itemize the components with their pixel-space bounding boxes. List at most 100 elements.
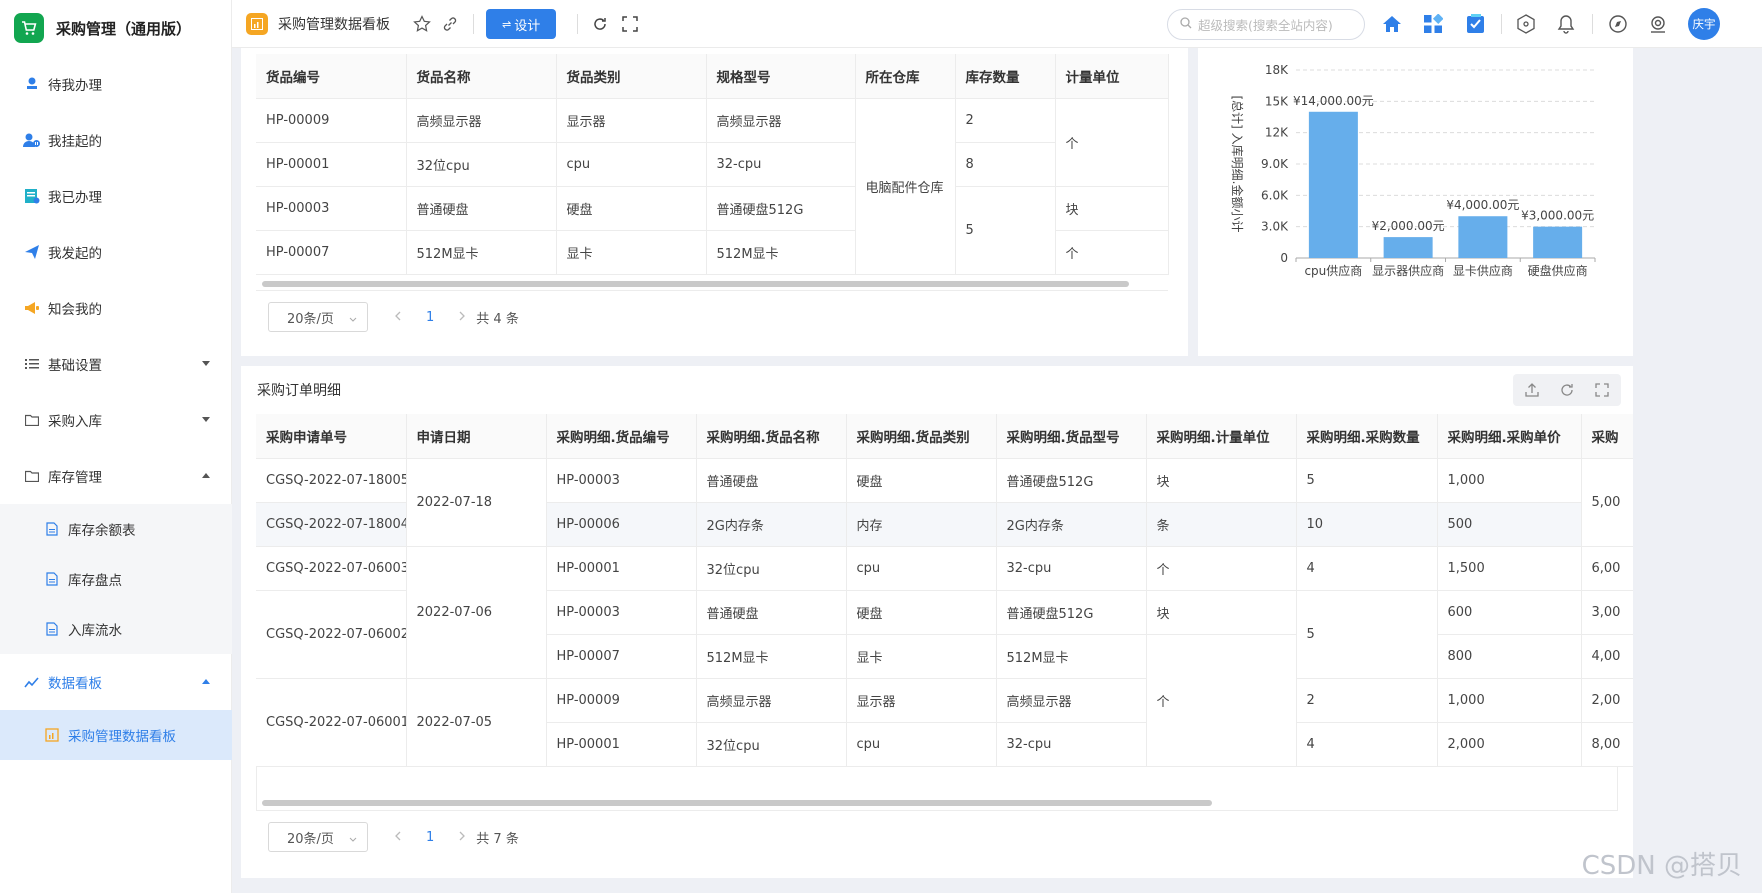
table-cell: 8,00 [1581, 722, 1633, 767]
prev-page-icon[interactable] [394, 830, 402, 845]
link-icon[interactable] [439, 13, 461, 35]
refresh-icon[interactable] [1552, 376, 1582, 404]
table-row[interactable]: CGSQ-2022-07-18005 2022-07-18 HP-00003 普… [256, 458, 1633, 547]
page-size-value: 20条/页 [287, 311, 334, 327]
horizontal-scrollbar[interactable] [262, 800, 1212, 806]
column-header[interactable]: 货品类别 [556, 54, 707, 99]
y-tick-label: 9.0K [1261, 157, 1289, 171]
avatar[interactable]: 庆宇 [1688, 8, 1720, 40]
column-header[interactable]: 采购明细.货品类别 [846, 414, 997, 459]
design-button[interactable]: ⇌ 设计 [486, 9, 557, 39]
table-cell: 5,00 [1581, 458, 1633, 547]
sidebar-subitem-inbound-flow[interactable]: 入库流水 [0, 604, 232, 654]
table-cell: 32位cpu [696, 546, 847, 591]
y-tick-label: 3.0K [1261, 220, 1289, 234]
table-cell: HP-00007 [546, 634, 697, 679]
y-tick-label: 15K [1265, 94, 1289, 108]
user-name: 庆宇 [1692, 17, 1716, 31]
panel-toolbar [1513, 374, 1621, 406]
table-cell: 3,00 [1581, 590, 1633, 635]
hexagon-icon[interactable] [1514, 13, 1538, 35]
sidebar-item-suspended[interactable]: 我挂起的 [0, 112, 232, 168]
sidebar-item-label: 库存管理 [48, 470, 102, 486]
fullscreen-icon[interactable] [1587, 376, 1617, 404]
table-row[interactable]: HP-00009 高频显示器 显示器 高频显示器 电脑配件仓库 2 个 [256, 98, 1169, 275]
sidebar-item-inventory[interactable]: 库存管理 [0, 448, 232, 504]
support-icon[interactable] [1646, 13, 1670, 35]
sidebar-subitem-stock-balance[interactable]: 库存余额表 [0, 504, 232, 554]
sidebar-item-basic-settings[interactable]: 基础设置 [0, 336, 232, 392]
table-cell: 1,500 [1437, 546, 1582, 591]
table-cell: 600 [1437, 590, 1582, 635]
column-header[interactable]: 申请日期 [406, 414, 547, 459]
task-check-icon[interactable] [1464, 13, 1488, 35]
sidebar-item-label: 库存盘点 [68, 573, 122, 589]
star-icon[interactable] [411, 13, 433, 35]
bell-icon[interactable] [1554, 13, 1578, 35]
column-header[interactable]: 所在仓库 [855, 54, 956, 99]
column-header[interactable]: 货品编号 [256, 54, 407, 99]
prev-page-icon[interactable] [394, 310, 402, 325]
export-icon[interactable] [1517, 376, 1547, 404]
page-size-select[interactable]: 20条/页 [268, 822, 368, 852]
next-page-icon[interactable] [458, 310, 466, 325]
y-tick-label: 6.0K [1261, 188, 1289, 202]
brand: 采购管理（通用版） [0, 0, 231, 56]
table-cell: 普通硬盘 [696, 458, 847, 503]
apps-icon[interactable] [1421, 13, 1445, 35]
column-header[interactable]: 库存数量 [955, 54, 1056, 99]
table-cell: 32-cpu [996, 546, 1147, 591]
horizontal-scrollbar[interactable] [262, 281, 1129, 287]
column-header[interactable]: 采购 [1581, 414, 1633, 459]
table-cell: 显卡 [556, 230, 707, 275]
sidebar-item-notified[interactable]: 知会我的 [0, 280, 232, 336]
table-cell: 高频显示器 [706, 98, 856, 143]
page-size-select[interactable]: 20条/页 [268, 302, 368, 332]
sidebar-item-label: 基础设置 [48, 358, 102, 374]
y-axis-label: [总计] 入库明细.金额小计 [1230, 96, 1245, 233]
home-icon[interactable] [1380, 13, 1404, 35]
refresh-icon[interactable] [589, 13, 611, 35]
table-cell: 普通硬盘512G [996, 458, 1147, 503]
column-header[interactable]: 货品名称 [406, 54, 557, 99]
trend-chart-icon [22, 672, 42, 692]
fullscreen-icon[interactable] [619, 13, 641, 35]
table-row[interactable]: CGSQ-2022-07-06003 2022-07-06 HP-00001 3… [256, 546, 1633, 679]
column-header[interactable]: 计量单位 [1055, 54, 1169, 99]
sidebar-subitem-stocktake[interactable]: 库存盘点 [0, 554, 232, 604]
column-header[interactable]: 规格型号 [706, 54, 856, 99]
table-cell: HP-00006 [546, 502, 697, 547]
table-row[interactable]: HP-00003 普通硬盘 硬盘 普通硬盘512G 5 块 [256, 186, 1169, 275]
column-header[interactable]: 采购申请单号 [256, 414, 407, 459]
sidebar-item-done[interactable]: 我已办理 [0, 168, 232, 224]
sidebar-item-todo[interactable]: 待我办理 [0, 56, 232, 112]
cart-icon [14, 13, 44, 43]
column-header[interactable]: 采购明细.采购单价 [1437, 414, 1582, 459]
page-number[interactable]: 1 [426, 830, 434, 845]
divider [256, 766, 257, 810]
column-header[interactable]: 采购明细.计量单位 [1146, 414, 1297, 459]
search-placeholder: 超级搜索(搜索全站内容) [1198, 18, 1333, 33]
sidebar-item-started[interactable]: 我发起的 [0, 224, 232, 280]
table-cell: 显卡 [846, 634, 997, 679]
column-header[interactable]: 采购明细.货品型号 [996, 414, 1147, 459]
table-cell: 512M显卡 [406, 230, 557, 275]
sidebar-subitem-purchase-dashboard[interactable]: 采购管理数据看板 [0, 710, 232, 760]
next-page-icon[interactable] [458, 830, 466, 845]
search-input[interactable]: 超级搜索(搜索全站内容) [1167, 9, 1365, 40]
chevron-down-icon [202, 417, 210, 422]
compass-icon[interactable] [1606, 13, 1630, 35]
column-header[interactable]: 采购明细.货品编号 [546, 414, 697, 459]
table-cell: 块 [1055, 186, 1169, 231]
settings-sliders-icon: ⇌ [502, 17, 512, 31]
column-header[interactable]: 采购明细.采购数量 [1296, 414, 1438, 459]
bar [1458, 216, 1508, 258]
table-cell: HP-00001 [256, 142, 407, 187]
table-row[interactable]: CGSQ-2022-07-06001 2022-07-05 HP-00009 高… [256, 678, 1633, 767]
total-count: 共 7 条 [476, 831, 519, 847]
column-header[interactable]: 采购明细.货品名称 [696, 414, 847, 459]
page-number[interactable]: 1 [426, 310, 434, 325]
sidebar-item-purchase-in[interactable]: 采购入库 [0, 392, 232, 448]
sidebar-item-dashboard[interactable]: 数据看板 [0, 654, 232, 710]
table-row[interactable]: HP-00001 32位cpu cpu 32-cpu 8 [256, 142, 1168, 187]
